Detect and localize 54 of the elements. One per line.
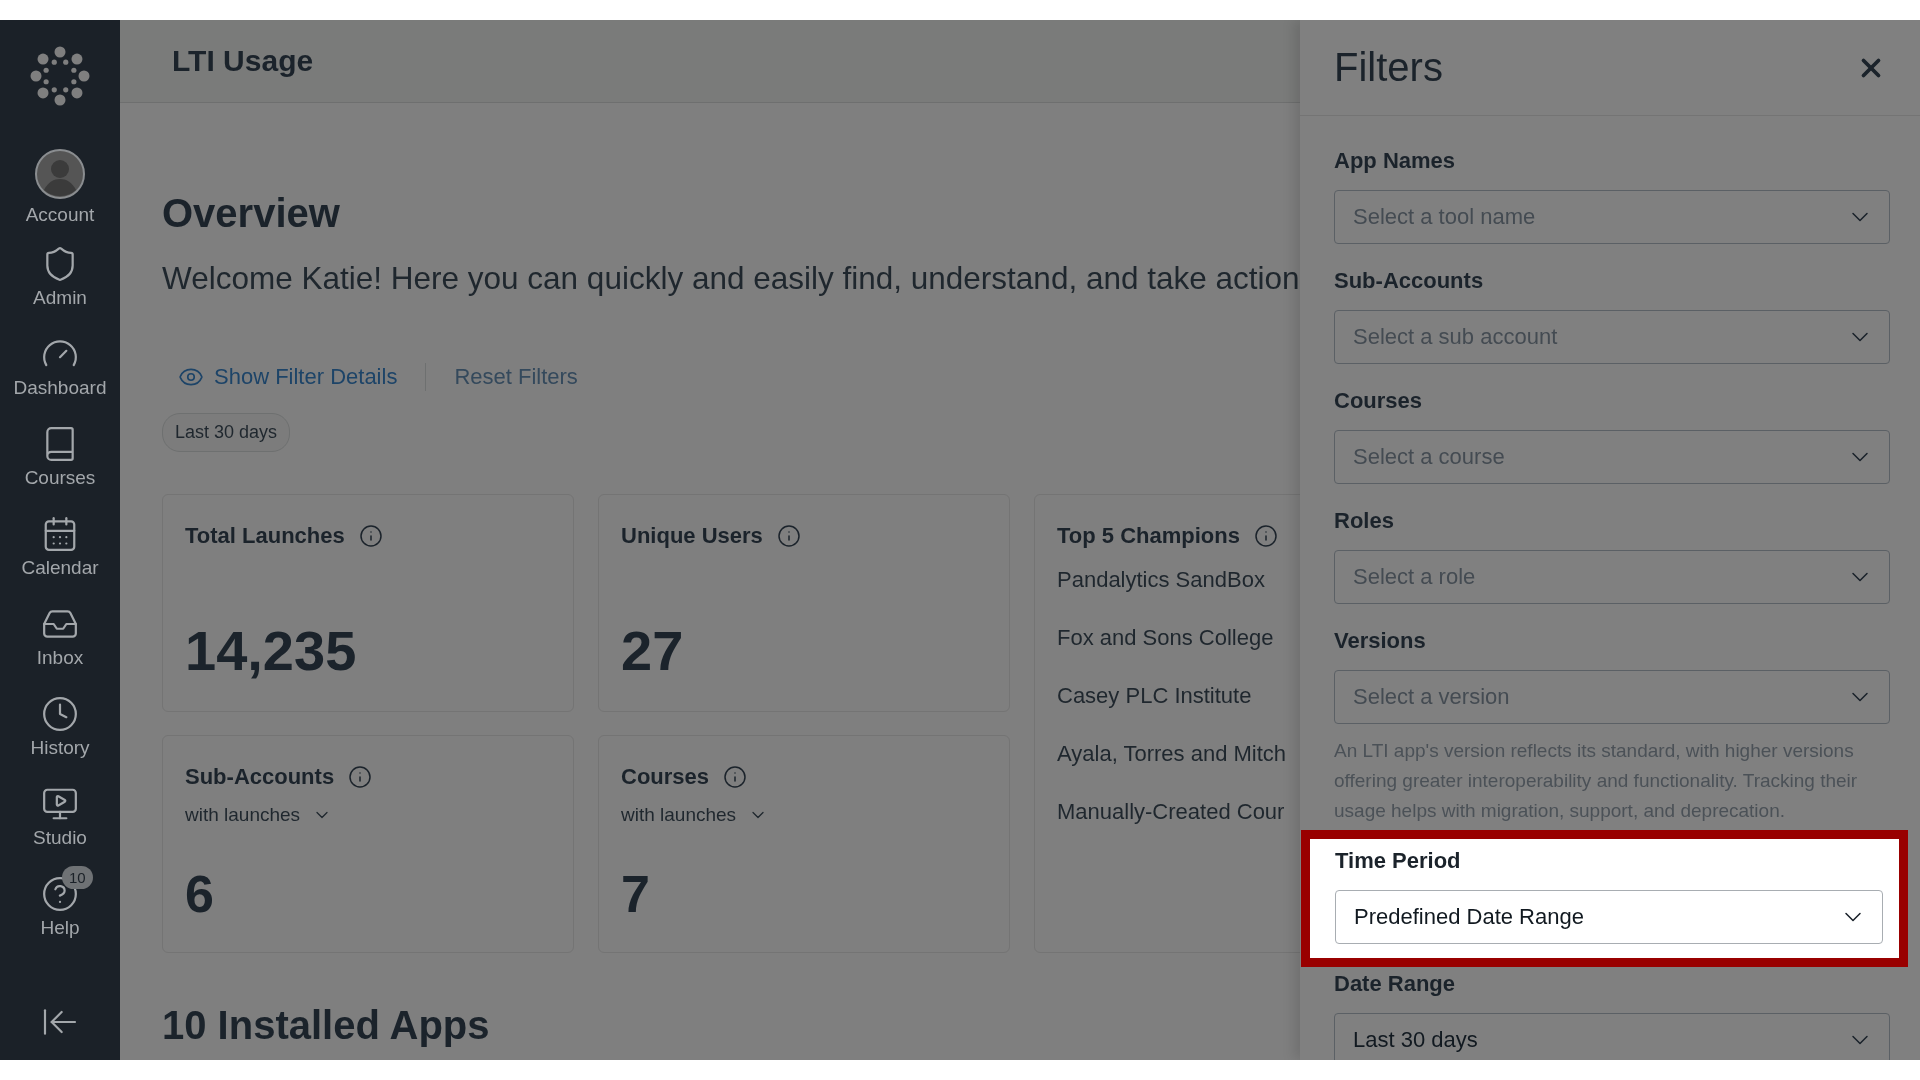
sidebar-link[interactable]: Account	[0, 142, 120, 232]
launches-dropdown[interactable]: with launches	[621, 804, 769, 826]
field-label: App Names	[1334, 148, 1457, 174]
info-icon[interactable]	[776, 524, 801, 548]
sidebar-link[interactable]: Admin	[0, 232, 120, 322]
section-title: Overview	[162, 191, 340, 236]
select-field[interactable]: Select a version	[1334, 670, 1890, 724]
metric-value: 6	[185, 864, 215, 924]
info-icon[interactable]	[1253, 524, 1278, 548]
sidebar-link[interactable]: Help 10	[0, 862, 120, 952]
field-label: Time Period	[1335, 848, 1462, 874]
logo-icon	[30, 46, 90, 106]
field-label: Roles	[1334, 508, 1395, 534]
metric-value: 7	[621, 864, 651, 924]
card-title: Sub-Accounts	[185, 764, 335, 790]
sidebar-link[interactable]: History	[0, 682, 120, 772]
champion-name: Fox and Sons College	[1057, 625, 1274, 651]
field-label: Versions	[1334, 628, 1427, 654]
select-field[interactable]: Select a sub account	[1334, 310, 1890, 364]
card-title: Courses	[621, 764, 710, 790]
metric-value: 14,235	[185, 618, 358, 683]
card-title: Top 5 Champions	[1057, 523, 1240, 549]
select-field[interactable]: Select a course	[1334, 430, 1890, 484]
select-field[interactable]: Select a role	[1334, 550, 1890, 604]
info-icon[interactable]	[358, 524, 383, 548]
clock-icon	[41, 695, 79, 733]
card-title: Unique Users	[621, 523, 763, 549]
field-label: Courses	[1334, 388, 1424, 414]
welcome-text: Welcome Katie! Here you can quickly and easily find, understand, and take action	[162, 260, 1300, 297]
info-icon[interactable]	[723, 765, 748, 789]
sidebar-link[interactable]: Studio	[0, 772, 120, 862]
panel-title: Filters	[1334, 45, 1443, 90]
sidebar-link[interactable]: Courses	[0, 412, 120, 502]
card-title: Total Launches	[185, 523, 345, 549]
select-field[interactable]: Select a tool name	[1334, 190, 1890, 244]
field-label: Sub-Accounts	[1334, 268, 1485, 294]
filter-pill: Last 30 days	[162, 413, 291, 452]
count-badge: 10	[62, 866, 93, 889]
select-field[interactable]: Predefined Date Range	[1335, 890, 1883, 944]
champion-name: Casey PLC Institute	[1057, 683, 1252, 709]
page-title: LTI Usage	[172, 44, 314, 78]
sidebar-link[interactable]: Calendar	[0, 502, 120, 592]
champion-name: Ayala, Torres and Mitch	[1057, 741, 1287, 767]
field-label: Date Range	[1334, 971, 1457, 997]
info-icon[interactable]	[348, 765, 373, 789]
sidebar-link[interactable]: Dashboard	[0, 322, 120, 412]
sidebar-link[interactable]: Inbox	[0, 592, 120, 682]
launches-dropdown[interactable]: with launches	[185, 804, 333, 826]
metric-value: 27	[621, 618, 685, 683]
section-title: 10 Installed Apps	[162, 1003, 490, 1048]
select-field[interactable]: Last 30 days	[1334, 1013, 1890, 1060]
champion-name: Pandalytics SandBox	[1057, 567, 1265, 593]
avatar-icon	[34, 148, 86, 200]
champion-name: Manually-Created Cour	[1057, 799, 1285, 825]
